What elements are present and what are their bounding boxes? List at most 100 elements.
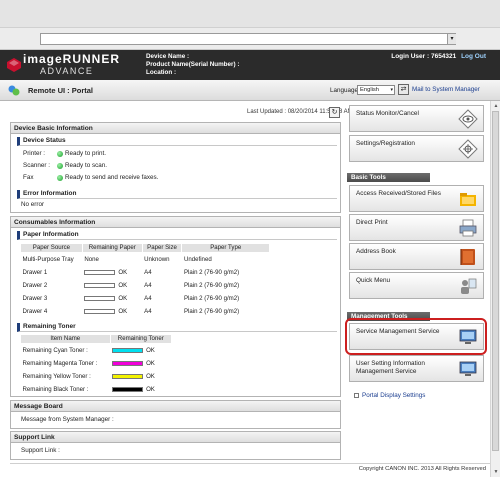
paper-size: A4 (144, 295, 152, 302)
paper-source: Drawer 3 (22, 295, 48, 302)
paper-source: Multi-Purpose Tray (22, 256, 74, 263)
yellow-toner-bar (112, 373, 144, 379)
paper-col-header: Paper Type (181, 243, 270, 253)
paper-remaining: OK (118, 269, 128, 276)
scroll-up-icon[interactable]: ▲ (492, 102, 500, 110)
consumables-panel: Consumables Information Paper Informatio… (10, 216, 341, 397)
settings-icon (458, 139, 478, 159)
portal-display-settings-link[interactable]: Portal Display Settings (354, 392, 425, 399)
direct-print-button[interactable]: Direct Print (349, 214, 484, 241)
paper-remaining: None (84, 256, 99, 263)
paper-remaining: OK (118, 308, 128, 315)
support-link-panel: Support Link Support Link : (10, 431, 341, 460)
printer-label: Printer : (23, 150, 46, 157)
table-row: Remaining Yellow Toner : OK (21, 370, 172, 383)
device-status-title: Device Status (17, 137, 337, 146)
toner-status: OK (146, 373, 155, 380)
toner-name: Remaining Yellow Toner : (22, 373, 91, 380)
paper-info-title: Paper Information (17, 231, 337, 240)
product-name-label: Product Name(Serial Number) : (146, 61, 240, 68)
direct-print-label: Direct Print (356, 219, 388, 226)
status-monitor-button[interactable]: Status Monitor/Cancel (349, 105, 484, 132)
mail-to-system-manager-link[interactable]: Mail to System Manager (412, 86, 480, 93)
language-select[interactable]: English ▾ (357, 85, 395, 95)
table-row: Remaining Cyan Toner : OK (21, 344, 172, 358)
error-info-text: No error (21, 201, 45, 208)
table-row: Drawer 1 OK A4 Plain 2 (76-90 g/m2) (21, 266, 270, 279)
device-name-label: Device Name : (146, 53, 190, 60)
logo-title: imageRUNNER (23, 52, 121, 66)
toner-status: OK (146, 386, 155, 393)
paper-type: Plain 2 (76-90 g/m2) (183, 295, 240, 302)
paper-level-bar (84, 295, 116, 301)
access-files-label: Access Received/Stored Files (356, 190, 441, 197)
paper-type: Plain 2 (76-90 g/m2) (183, 282, 240, 289)
address-dropdown-icon[interactable]: ▾ (447, 34, 456, 44)
magenta-toner-bar (112, 360, 144, 366)
message-board-text: Message from System Manager : (21, 416, 114, 423)
scroll-thumb[interactable] (492, 111, 499, 451)
user-setting-button[interactable]: User Setting Information Management Serv… (349, 355, 484, 382)
paper-source: Drawer 4 (22, 308, 48, 315)
scanner-status: Ready to scan. (65, 162, 108, 169)
fax-label: Fax (23, 174, 34, 181)
cyan-toner-bar (112, 347, 144, 353)
paper-col-header: Remaining Paper (81, 243, 143, 253)
status-monitor-label: Status Monitor/Cancel (356, 110, 419, 117)
refresh-icon: ↻ (331, 109, 338, 116)
settings-registration-button[interactable]: Settings/Registration (349, 135, 484, 162)
status-ok-icon (57, 163, 63, 169)
paper-type: Plain 2 (76-90 g/m2) (183, 269, 240, 276)
device-basic-panel: Device Basic Information Device Status P… (10, 122, 341, 213)
table-row: Drawer 3 OK A4 Plain 2 (76-90 g/m2) (21, 292, 270, 305)
paper-level-bar (84, 282, 116, 288)
toner-name: Remaining Cyan Toner : (22, 347, 88, 354)
canon-logo-icon (7, 58, 21, 72)
toner-table: Item Name Remaining Toner Remaining Cyan… (20, 334, 173, 396)
access-files-button[interactable]: Access Received/Stored Files (349, 185, 484, 212)
toner-status: OK (146, 360, 155, 367)
page-title: Remote UI : Portal (28, 86, 94, 95)
device-info: Device Name : Product Name(Serial Number… (146, 53, 239, 77)
toner-col-header: Item Name (20, 334, 111, 344)
paper-size: A4 (144, 269, 152, 276)
address-bar[interactable] (40, 33, 456, 45)
vertical-scrollbar[interactable]: ▲ ▼ (490, 101, 500, 477)
basic-tools-header: Basic Tools (347, 173, 430, 182)
table-row: Drawer 4 OK A4 Plain 2 (76-90 g/m2) (21, 305, 270, 318)
browser-toolbar (0, 0, 500, 28)
remaining-toner-title: Remaining Toner (17, 323, 337, 332)
table-row: Remaining Black Toner : OK (21, 383, 172, 396)
logout-link[interactable]: Log Out (461, 53, 486, 60)
app-header: imageRUNNER ADVANCE Device Name : Produc… (0, 50, 500, 80)
paper-size: A4 (144, 308, 152, 315)
scroll-down-icon[interactable]: ▼ (492, 468, 500, 476)
settings-square-icon (354, 392, 359, 398)
refresh-button[interactable]: ↻ (329, 107, 340, 118)
address-book-button[interactable]: Address Book (349, 243, 484, 270)
paper-size: A4 (144, 282, 152, 289)
paper-table: Paper Source Remaining Paper Paper Size … (20, 243, 270, 318)
status-ok-icon (57, 151, 63, 157)
login-info: Login User : 7654321 Log Out (391, 53, 486, 60)
black-toner-bar (112, 386, 144, 392)
eye-icon (458, 109, 478, 129)
settings-registration-label: Settings/Registration (356, 140, 415, 147)
copyright: Copyright CANON INC. 2013 All Rights Res… (10, 463, 490, 472)
toner-col-header: Remaining Toner (109, 334, 173, 344)
toner-name: Remaining Black Toner : (22, 386, 89, 393)
scanner-label: Scanner : (23, 162, 50, 169)
toner-status: OK (146, 347, 155, 354)
user-setting-label: User Setting Information Management Serv… (356, 360, 425, 375)
support-link-text: Support Link : (21, 447, 60, 454)
language-apply-button[interactable]: ⇄ (398, 84, 409, 95)
quick-menu-label: Quick Menu (356, 277, 391, 284)
paper-col-header: Paper Source (20, 243, 83, 253)
paper-source: Drawer 1 (22, 269, 48, 276)
address-book-icon (460, 249, 475, 265)
message-board-title: Message Board (11, 401, 340, 412)
paper-size: Unknown (144, 256, 170, 263)
paper-remaining: OK (118, 282, 128, 289)
error-info-title: Error Information (17, 190, 337, 199)
quick-menu-button[interactable]: Quick Menu (349, 272, 484, 299)
